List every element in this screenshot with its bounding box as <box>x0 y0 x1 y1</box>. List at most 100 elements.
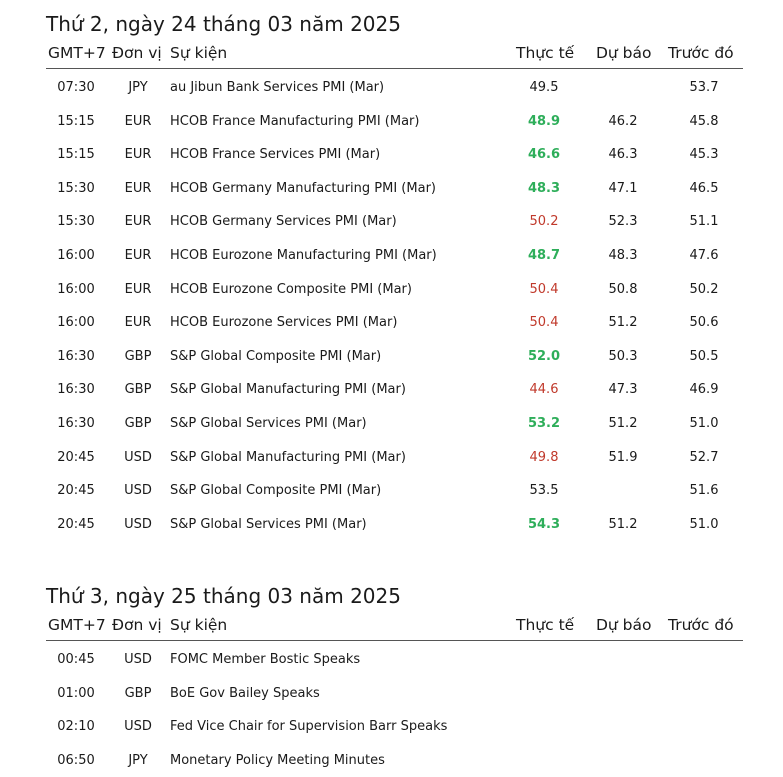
cell-currency: USD <box>124 449 152 465</box>
cell-event: S&P Global Services PMI (Mar) <box>170 516 367 532</box>
cell-forecast: 47.1 <box>608 180 638 196</box>
cell-time: 20:45 <box>57 449 95 465</box>
cell-time: 07:30 <box>57 80 95 95</box>
day-section-tuesday: Thứ 3, ngày 25 tháng 03 năm 2025 GMT+7 Đ… <box>46 582 743 777</box>
cell-forecast: 46.2 <box>608 113 638 129</box>
table-row: 06:50 JPY Monetary Policy Meeting Minutes <box>46 744 743 777</box>
cell-currency: GBP <box>124 415 152 431</box>
cell-event: HCOB Eurozone Composite PMI (Mar) <box>170 281 412 297</box>
cell-time: 15:30 <box>57 214 95 230</box>
cell-previous: 51.1 <box>689 214 719 230</box>
cell-forecast: 51.2 <box>608 315 638 331</box>
table-row: 15:15 EUR HCOB France Services PMI (Mar) 46… <box>46 138 743 172</box>
cell-event: au Jibun Bank Services PMI (Mar) <box>170 80 385 95</box>
cell-previous: 50.2 <box>689 281 719 297</box>
cell-actual: 44.6 <box>529 382 559 398</box>
cell-event: HCOB France Manufacturing PMI (Mar) <box>170 113 420 129</box>
cell-actual: 54.3 <box>527 516 561 532</box>
cell-actual: 48.9 <box>527 113 561 129</box>
cell-time: 15:15 <box>57 147 95 163</box>
table-row: 16:30 GBP S&P Global Composite PMI (Mar) 52… <box>46 340 743 374</box>
cell-forecast: 50.8 <box>608 281 638 297</box>
header-forecast: Dự báo <box>596 44 652 62</box>
cell-time: 01:00 <box>57 685 95 701</box>
header-event: Sự kiện <box>170 44 228 62</box>
cell-actual: 48.3 <box>527 180 561 196</box>
cell-currency: EUR <box>124 180 152 196</box>
cell-previous: 45.3 <box>689 147 719 163</box>
cell-event: Fed Vice Chair for Supervision Barr Spea… <box>170 719 448 735</box>
cell-currency: GBP <box>124 685 152 701</box>
cell-currency: EUR <box>124 315 152 331</box>
cell-event: HCOB Eurozone Manufacturing PMI (Mar) <box>170 247 437 263</box>
cell-actual: 52.0 <box>527 348 561 364</box>
cell-currency: GBP <box>124 382 152 398</box>
table-row: 00:45 USD FOMC Member Bostic Speaks <box>46 643 743 677</box>
cell-time: 16:00 <box>57 281 95 297</box>
cell-forecast: 51.2 <box>608 516 638 532</box>
header-time: GMT+7 <box>48 44 106 62</box>
cell-forecast: 51.2 <box>608 415 638 431</box>
table-row: 02:10 USD Fed Vice Chair for Supervision B… <box>46 710 743 744</box>
cell-time: 15:30 <box>57 180 95 196</box>
cell-currency: GBP <box>124 348 152 364</box>
cell-event: Monetary Policy Meeting Minutes <box>170 752 385 768</box>
cell-time: 02:10 <box>57 719 95 735</box>
cell-actual: 53.5 <box>529 483 559 499</box>
cell-forecast: 47.3 <box>608 382 638 398</box>
cell-time: 16:30 <box>57 348 95 364</box>
cell-actual: 50.2 <box>529 214 559 230</box>
cell-previous: 46.5 <box>689 180 719 196</box>
cell-currency: EUR <box>124 281 152 297</box>
table-row: 16:00 EUR HCOB Eurozone Services PMI (Mar)… <box>46 306 743 340</box>
header-currency: Đơn vị <box>112 44 162 62</box>
cell-event: HCOB France Services PMI (Mar) <box>170 147 381 163</box>
table-row: 01:00 GBP BoE Gov Bailey Speaks <box>46 677 743 711</box>
table-row: 20:45 USD S&P Global Composite PMI (Mar) 53… <box>46 474 743 508</box>
table-row: 20:45 USD S&P Global Manufacturing PMI (Ma… <box>46 441 743 475</box>
cell-time: 20:45 <box>57 483 95 499</box>
cell-forecast: 51.9 <box>608 449 638 465</box>
cell-time: 06:50 <box>57 752 95 768</box>
day-section-monday: Thứ 2, ngày 24 tháng 03 năm 2025 GMT+7 Đ… <box>46 10 743 541</box>
cell-actual: 48.7 <box>527 247 561 263</box>
cell-time: 16:30 <box>57 415 95 431</box>
cell-actual: 50.4 <box>529 281 559 297</box>
cell-previous: 50.6 <box>689 315 719 331</box>
cell-currency: JPY <box>128 752 148 768</box>
cell-previous: 45.8 <box>689 113 719 129</box>
cell-actual: 49.8 <box>529 449 559 465</box>
cell-event: FOMC Member Bostic Speaks <box>170 652 361 667</box>
day-title: Thứ 3, ngày 25 tháng 03 năm 2025 <box>46 584 401 608</box>
cell-currency: USD <box>124 516 152 532</box>
header-actual: Thực tế <box>516 616 575 634</box>
cell-forecast: 48.3 <box>608 247 638 263</box>
cell-forecast: 52.3 <box>608 214 638 230</box>
header-previous: Trước đó <box>668 616 734 634</box>
cell-event: S&P Global Manufacturing PMI (Mar) <box>170 449 406 465</box>
cell-currency: EUR <box>124 113 152 129</box>
cell-event: HCOB Germany Services PMI (Mar) <box>170 214 397 230</box>
cell-previous: 51.0 <box>689 415 719 431</box>
header-currency: Đơn vị <box>112 616 162 634</box>
header-forecast: Dự báo <box>596 616 652 634</box>
event-list: 07:30 JPY au Jibun Bank Services PMI (Mar)… <box>46 69 743 541</box>
header-previous: Trước đó <box>668 44 734 62</box>
table-row: 20:45 USD S&P Global Services PMI (Mar) 54.… <box>46 508 743 542</box>
cell-time: 15:15 <box>57 113 95 129</box>
cell-actual: 49.5 <box>529 80 559 95</box>
day-title: Thứ 2, ngày 24 tháng 03 năm 2025 <box>46 12 401 36</box>
cell-time: 16:30 <box>57 382 95 398</box>
cell-time: 20:45 <box>57 516 95 532</box>
table-row: 15:30 EUR HCOB Germany Services PMI (Mar) 5… <box>46 205 743 239</box>
cell-time: 16:00 <box>57 315 95 331</box>
table-row: 16:00 EUR HCOB Eurozone Composite PMI (Mar… <box>46 273 743 307</box>
cell-event: BoE Gov Bailey Speaks <box>170 685 320 701</box>
cell-event: HCOB Eurozone Services PMI (Mar) <box>170 315 398 331</box>
cell-forecast: 50.3 <box>608 348 638 364</box>
cell-actual: 46.6 <box>527 147 561 163</box>
cell-event: HCOB Germany Manufacturing PMI (Mar) <box>170 180 436 196</box>
cell-time: 00:45 <box>57 652 95 667</box>
table-row: 15:15 EUR HCOB France Manufacturing PMI (M… <box>46 105 743 139</box>
cell-currency: USD <box>124 483 152 499</box>
